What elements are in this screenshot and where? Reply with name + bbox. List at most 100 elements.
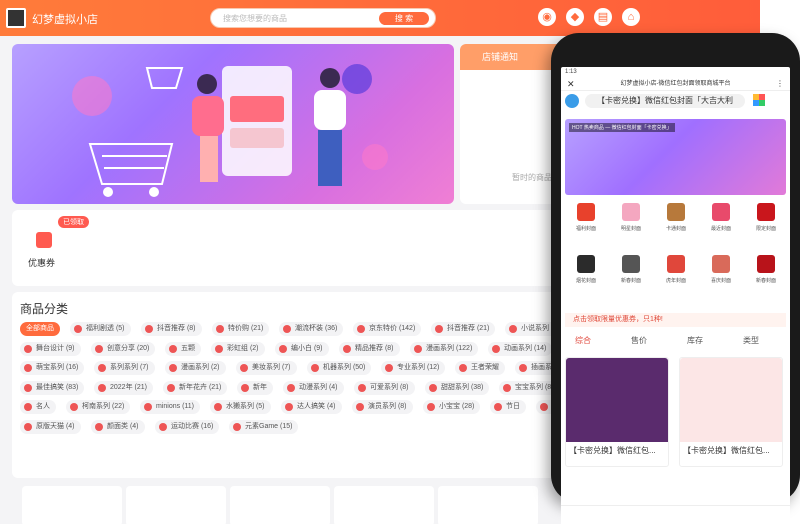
- phone-category-icon[interactable]: 烟花封面: [563, 255, 609, 284]
- category-chip[interactable]: 动画系列 (14): [488, 341, 553, 356]
- cart-icon[interactable]: ⌂: [622, 8, 640, 26]
- product-card[interactable]: [126, 486, 226, 524]
- phone-category-icon[interactable]: 虎年封面: [653, 255, 699, 284]
- category-chip[interactable]: 柯南系列 (22): [66, 400, 131, 414]
- category-chip[interactable]: 漫画系列 (122): [410, 341, 479, 356]
- order-icon[interactable]: ▤: [594, 8, 612, 26]
- phone-title: 幻梦虚拟小店-微信红包封面领取商城平台: [620, 81, 731, 87]
- product-card[interactable]: [230, 486, 330, 524]
- search-input[interactable]: 搜索您想要的商品 搜 索: [210, 8, 436, 28]
- phone-category-icon[interactable]: 限定封面: [743, 203, 789, 232]
- category-chip[interactable]: 创意分享 (20): [91, 341, 156, 356]
- category-image-icon: [757, 255, 775, 273]
- top-bar: 幻梦虚拟小店 搜索您想要的商品 搜 索 ◉ ◆ ▤ ⌂: [0, 0, 760, 36]
- category-chip[interactable]: 彩虹组 (2): [211, 341, 265, 356]
- category-chip[interactable]: 最佳搞笑 (83): [20, 380, 85, 395]
- category-chip[interactable]: 京东特价 (142): [353, 322, 422, 336]
- category-chip[interactable]: 编小白 (9): [275, 341, 329, 356]
- phone-search-bar: 【卡密兑换】微信红包封面「大吉大利: [561, 91, 790, 111]
- user-icon[interactable]: ◉: [538, 8, 556, 26]
- coupon-tag: 已领取: [58, 216, 89, 228]
- category-chip[interactable]: 全部商品: [20, 322, 60, 336]
- product-card[interactable]: [334, 486, 434, 524]
- category-chip[interactable]: 演员系列 (8): [352, 400, 413, 414]
- banner-tip: HOT 热卖商品 — 微信红包封面「卡密兑换」: [569, 123, 675, 132]
- category-chip[interactable]: 专业系列 (12): [381, 361, 446, 375]
- product-card[interactable]: [22, 486, 122, 524]
- category-icon-label: 虎年封面: [665, 278, 686, 284]
- phone-category-icon[interactable]: 福利封面: [563, 203, 609, 232]
- phone-product-card[interactable]: 【卡密兑换】微信红包...: [565, 357, 669, 467]
- category-chip[interactable]: 舞台设计 (9): [20, 341, 81, 356]
- category-chip[interactable]: 元素Game (15): [229, 419, 299, 434]
- product-image: [680, 358, 782, 442]
- category-chip[interactable]: 漫画系列 (2): [165, 361, 226, 375]
- tab-sort-1[interactable]: 售价: [631, 335, 647, 346]
- category-chip[interactable]: 特价购 (21): [212, 322, 270, 336]
- category-chip[interactable]: 精品推荐 (8): [339, 341, 400, 356]
- phone-category-icon[interactable]: 新春封面: [743, 255, 789, 284]
- tab-sort-2[interactable]: 库存: [687, 335, 703, 346]
- decor-circle: [72, 76, 112, 116]
- category-title: 商品分类: [20, 302, 69, 316]
- category-icon-label: 限定封面: [755, 226, 776, 232]
- category-icon-label: 新春封面: [620, 278, 641, 284]
- category-chip[interactable]: 王者荣耀: [455, 361, 505, 375]
- category-chip[interactable]: 可爱系列 (8): [354, 380, 415, 395]
- category-chip[interactable]: 机器系列 (50): [307, 361, 372, 375]
- tab-sort-3[interactable]: 类型: [743, 335, 759, 346]
- phone-coupon-notice[interactable]: 点击领取限量优惠券，只1种!: [565, 313, 786, 327]
- category-chip[interactable]: 动漫系列 (4): [283, 380, 344, 395]
- category-chip[interactable]: 潮流杯装 (36): [279, 322, 344, 336]
- category-chip[interactable]: 福利剧透 (5): [70, 322, 131, 336]
- category-chip[interactable]: 名人: [20, 400, 56, 414]
- product-card[interactable]: [438, 486, 538, 524]
- phone-category-icon[interactable]: 卡通封面: [653, 203, 699, 232]
- category-chip[interactable]: 萌宝系列 (16): [20, 361, 85, 375]
- grid-icon[interactable]: [753, 94, 765, 106]
- phone-frame: 1:13 ✕ 幻梦虚拟小店-微信红包封面领取商城平台 ⋮ 【卡密兑换】微信红包封…: [551, 33, 800, 525]
- category-chip[interactable]: 颜面类 (4): [91, 419, 145, 434]
- phone-product-grid: 【卡密兑换】微信红包... 【卡密兑换】微信红包...: [565, 357, 786, 477]
- phone-category-icon[interactable]: 喜庆封面: [698, 255, 744, 284]
- phone-product-card[interactable]: 【卡密兑换】微信红包...: [679, 357, 783, 467]
- hero-banner[interactable]: [12, 44, 454, 204]
- coupon-label: 优惠券: [28, 258, 56, 268]
- category-chip[interactable]: minions (11): [140, 400, 200, 414]
- category-chip[interactable]: 抖音推荐 (8): [141, 322, 202, 336]
- more-icon[interactable]: ⋮: [776, 77, 784, 91]
- shop-logo[interactable]: [6, 8, 26, 28]
- sort-tabs: 综合 售价 库存 类型: [561, 335, 790, 349]
- category-chip[interactable]: 系列系列 (7): [94, 361, 155, 375]
- phone-banner[interactable]: HOT 热卖商品 — 微信红包封面「卡密兑换」: [565, 119, 786, 195]
- category-chip[interactable]: 五颗: [165, 341, 201, 356]
- search-button[interactable]: 搜 索: [379, 12, 429, 25]
- close-icon[interactable]: ✕: [567, 77, 575, 91]
- category-chip[interactable]: 2022年 (21): [94, 380, 153, 395]
- category-chip[interactable]: 甜甜系列 (38): [425, 380, 490, 395]
- tab-sort-0[interactable]: 综合: [575, 335, 591, 346]
- category-icon-label: 福利封面: [575, 226, 596, 232]
- category-chip[interactable]: 新年: [237, 380, 273, 395]
- category-chip[interactable]: 新年花卉 (21): [163, 380, 228, 395]
- category-chip[interactable]: 小宝宝 (28): [423, 400, 481, 414]
- category-image-icon: [622, 203, 640, 221]
- phone-search-input[interactable]: 【卡密兑换】微信红包封面「大吉大利: [585, 94, 745, 108]
- category-chip[interactable]: 节日: [490, 400, 526, 414]
- category-icon-label: 新春封面: [755, 278, 776, 284]
- category-chip[interactable]: 抖音推荐 (21): [431, 322, 496, 336]
- category-icon-label: 最近封面: [710, 226, 731, 232]
- phone-category-icon[interactable]: 最近封面: [698, 203, 744, 232]
- shop-name: 幻梦虚拟小店: [32, 14, 98, 26]
- category-chip[interactable]: 运动比赛 (16): [155, 419, 220, 434]
- phone-category-icon[interactable]: 明星封面: [608, 203, 654, 232]
- category-chip[interactable]: 原版天猫 (4): [20, 419, 81, 434]
- category-image-icon: [667, 255, 685, 273]
- category-chip[interactable]: 水獭系列 (5): [210, 400, 271, 414]
- category-chip[interactable]: 美妆系列 (7): [236, 361, 297, 375]
- tag-icon[interactable]: ◆: [566, 8, 584, 26]
- category-chip[interactable]: 达人搞笑 (4): [281, 400, 342, 414]
- category-image-icon: [757, 203, 775, 221]
- phone-category-icon[interactable]: 新春封面: [608, 255, 654, 284]
- avatar[interactable]: [565, 94, 579, 108]
